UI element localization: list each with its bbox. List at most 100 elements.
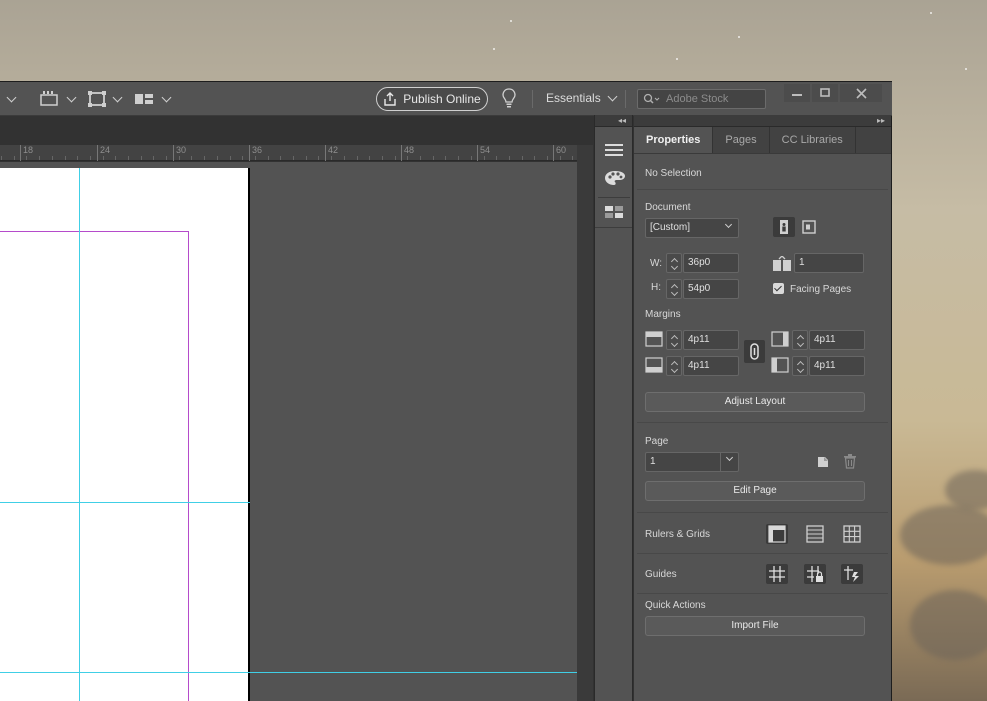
guides-icon xyxy=(769,566,785,582)
expand-panel-icon[interactable]: ▸▸ xyxy=(634,115,891,127)
ruler-minor-tick xyxy=(280,156,281,160)
ruler-minor-tick xyxy=(433,156,434,160)
rulers-grids-heading: Rulers & Grids xyxy=(645,529,711,540)
baseline-grid-button[interactable] xyxy=(804,524,826,544)
margin-guides xyxy=(0,231,189,701)
toolbar-divider xyxy=(532,90,533,108)
height-stepper[interactable] xyxy=(666,279,682,299)
minimize-button[interactable] xyxy=(784,84,810,102)
ruler-minor-tick xyxy=(509,156,510,160)
width-stepper[interactable] xyxy=(666,253,682,273)
publish-online-button[interactable]: Publish Online xyxy=(376,87,488,111)
arrange-documents-dropdown[interactable] xyxy=(135,90,172,108)
lightbulb-icon[interactable] xyxy=(502,88,516,108)
tab-cc-libraries[interactable]: CC Libraries xyxy=(770,127,856,153)
view-options-dropdown[interactable] xyxy=(88,90,123,108)
ruler-minor-tick xyxy=(52,156,53,160)
facing-pages-checkbox[interactable] xyxy=(773,283,784,294)
ruler-label: 30 xyxy=(176,145,187,155)
indesign-window: Publish Online Essentials Adobe Stock 18… xyxy=(0,81,892,701)
column-guide[interactable] xyxy=(79,168,80,701)
import-file-button[interactable]: Import File xyxy=(645,616,865,636)
guides-heading: Guides xyxy=(645,569,677,580)
outside-margin-field[interactable]: 4p11 xyxy=(809,356,865,376)
page-dropdown-button[interactable] xyxy=(720,452,739,472)
close-button[interactable] xyxy=(840,84,882,102)
collapse-dock-icon[interactable]: ◂◂ xyxy=(595,115,632,127)
horizontal-ruler[interactable]: 18 24 30 36 42 48 54 60 xyxy=(0,145,577,161)
horizontal-guide[interactable] xyxy=(0,502,250,503)
left-dropdown-chevron[interactable] xyxy=(6,90,17,108)
number-of-pages-icon xyxy=(773,256,791,271)
document-grid-button[interactable] xyxy=(841,524,863,544)
ruler-minor-tick xyxy=(357,156,358,160)
show-guides-button[interactable] xyxy=(766,564,788,584)
current-page-value: 1 xyxy=(650,456,656,467)
ruler-minor-tick xyxy=(179,156,180,160)
inside-margin-stepper[interactable] xyxy=(792,330,808,350)
ruler-icon xyxy=(768,525,786,543)
link-margins-button[interactable] xyxy=(744,340,765,363)
top-margin-field[interactable]: 4p11 xyxy=(683,330,739,350)
ruler-minor-tick xyxy=(103,156,104,160)
adjust-layout-button[interactable]: Adjust Layout xyxy=(645,392,865,412)
search-icon xyxy=(643,93,660,104)
height-field[interactable]: 54p0 xyxy=(683,279,739,299)
maximize-icon xyxy=(820,88,830,97)
document-preset-select[interactable]: [Custom] xyxy=(645,218,739,238)
width-field[interactable]: 36p0 xyxy=(683,253,739,273)
toolbar-divider xyxy=(625,90,626,108)
portrait-orientation-button[interactable] xyxy=(773,217,795,237)
vertical-scrollbar[interactable] xyxy=(577,145,593,701)
tab-pages[interactable]: Pages xyxy=(713,127,770,153)
ruler-minor-tick xyxy=(204,156,205,160)
ruler-minor-tick xyxy=(191,156,192,160)
ruler-label: 48 xyxy=(404,145,415,155)
horizontal-guide[interactable] xyxy=(0,672,577,673)
arrange-documents-icon xyxy=(135,94,153,104)
outside-margin-stepper[interactable] xyxy=(792,356,808,376)
number-of-pages-field[interactable]: 1 xyxy=(794,253,864,273)
ruler-minor-tick xyxy=(572,156,573,160)
ruler-minor-tick xyxy=(242,156,243,160)
adobe-stock-search-field[interactable]: Adobe Stock xyxy=(637,89,766,109)
bottom-margin-field[interactable]: 4p11 xyxy=(683,356,739,376)
publish-online-label: Publish Online xyxy=(403,92,481,106)
ruler-minor-tick xyxy=(420,156,421,160)
close-icon xyxy=(855,87,867,99)
portrait-icon xyxy=(780,220,788,234)
trash-icon[interactable] xyxy=(843,454,857,469)
workspace-switcher[interactable]: Essentials xyxy=(546,91,618,105)
ruler-minor-tick xyxy=(395,156,396,160)
properties-panel-icon[interactable] xyxy=(605,143,623,160)
maximize-button[interactable] xyxy=(812,84,838,102)
ruler-minor-tick xyxy=(547,156,548,160)
show-rulers-button[interactable] xyxy=(766,524,788,544)
top-margin-stepper[interactable] xyxy=(666,330,682,350)
color-palette-icon[interactable] xyxy=(604,170,626,189)
inside-margin-field[interactable]: 4p11 xyxy=(809,330,865,350)
screen-mode-dropdown[interactable] xyxy=(40,90,77,108)
properties-panel: ▸▸ Properties Pages CC Libraries No Sele… xyxy=(634,115,891,701)
quick-actions-heading: Quick Actions xyxy=(645,600,706,611)
ruler-label: 60 xyxy=(556,145,567,155)
minimize-icon xyxy=(792,94,802,96)
chevron-down-icon xyxy=(725,453,734,462)
lock-guides-button[interactable] xyxy=(804,564,826,584)
edit-page-button[interactable]: Edit Page xyxy=(645,481,865,501)
ruler-minor-tick xyxy=(26,156,27,160)
ruler-minor-tick xyxy=(318,156,319,160)
ruler-minor-tick xyxy=(268,156,269,160)
ruler-minor-tick xyxy=(255,156,256,160)
margins-heading: Margins xyxy=(645,309,681,320)
landscape-orientation-button[interactable] xyxy=(798,217,820,237)
bottom-margin-stepper[interactable] xyxy=(666,356,682,376)
swatches-panel-icon[interactable] xyxy=(605,206,623,221)
tab-properties[interactable]: Properties xyxy=(634,127,714,153)
ruler-minor-tick xyxy=(331,156,332,160)
screen-mode-icon xyxy=(40,91,58,106)
section-divider xyxy=(637,553,888,554)
facing-pages-label: Facing Pages xyxy=(790,284,852,295)
smart-guides-button[interactable] xyxy=(841,564,863,584)
new-page-icon[interactable] xyxy=(816,455,830,469)
